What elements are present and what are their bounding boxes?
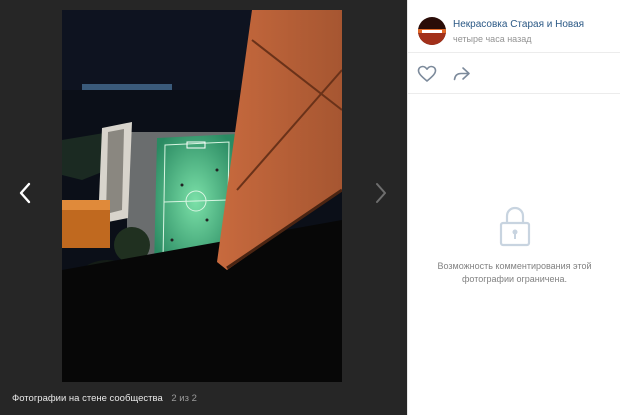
prev-photo-button[interactable] — [10, 180, 40, 210]
photo-image — [62, 10, 342, 382]
heart-icon — [417, 65, 437, 87]
photo[interactable] — [62, 10, 342, 382]
chevron-left-icon — [18, 182, 32, 209]
post-header: Некрасовка Старая и Новая четыре часа на… — [408, 0, 620, 53]
like-button[interactable] — [417, 65, 437, 83]
comments-restricted-message: Возможность комментирования этой фотогра… — [418, 260, 611, 286]
post-actions — [408, 53, 620, 94]
photo-counter: 2 из 2 — [171, 393, 197, 404]
group-name-link[interactable]: Некрасовка Старая и Новая — [453, 19, 584, 30]
post-panel: Некрасовка Старая и Новая четыре часа на… — [407, 0, 620, 415]
share-arrow-icon — [452, 67, 472, 87]
lock-icon — [498, 205, 532, 254]
album-link[interactable]: Фотографии на стене сообщества — [12, 393, 163, 404]
restricted-line-2: фотографии ограничена. — [462, 274, 567, 284]
photo-viewer: Фотографии на стене сообщества 2 из 2 — [0, 0, 407, 415]
photo-caption: Фотографии на стене сообщества 2 из 2 — [12, 393, 197, 404]
chevron-right-icon — [374, 182, 388, 209]
avatar[interactable] — [418, 17, 446, 45]
share-button[interactable] — [452, 65, 472, 83]
next-photo-button[interactable] — [366, 180, 396, 210]
restricted-line-1: Возможность комментирования этой — [437, 261, 592, 271]
post-time[interactable]: четыре часа назад — [453, 34, 531, 44]
